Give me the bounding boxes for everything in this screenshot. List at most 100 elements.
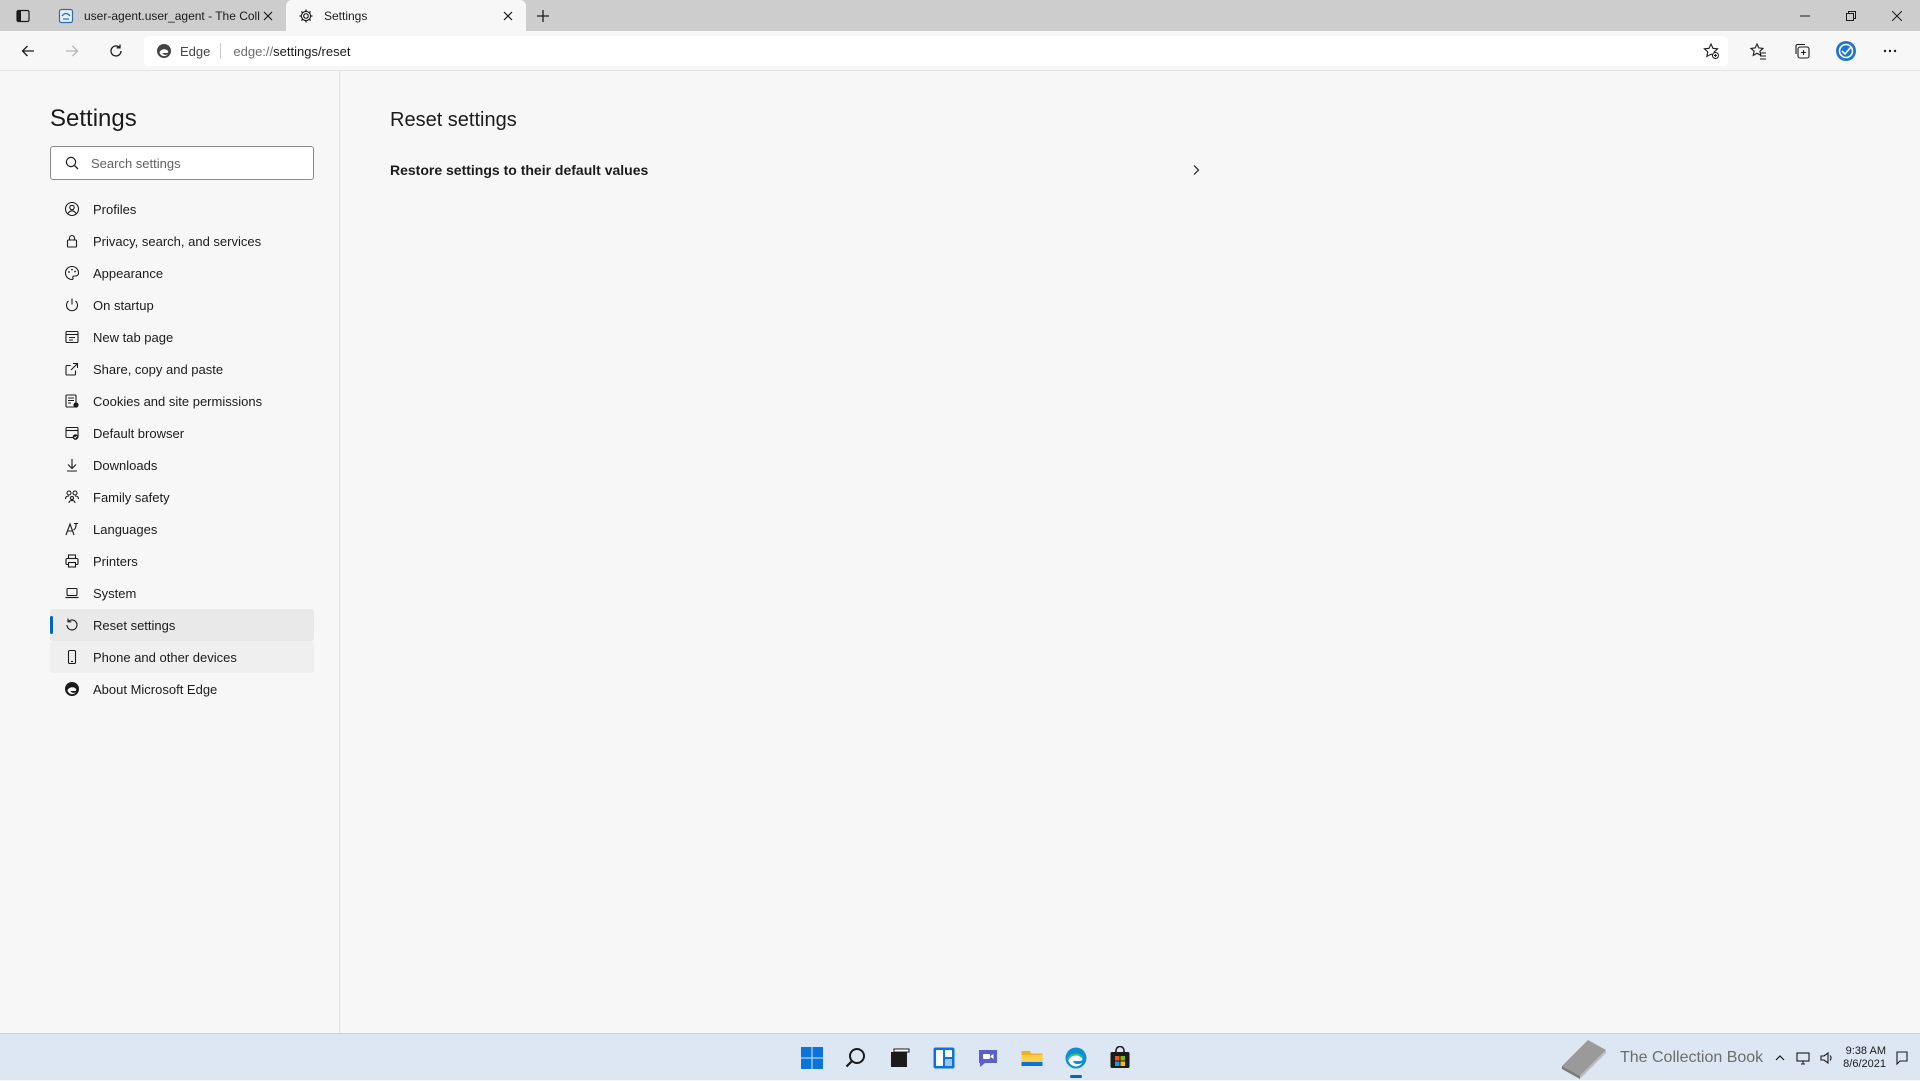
- palette-icon: [63, 264, 81, 282]
- windows-taskbar: The Collection Book 9:38 AM 8/6/2021: [0, 1033, 1920, 1080]
- gear-icon: [298, 8, 314, 24]
- avatar: [1835, 40, 1857, 62]
- close-tab-icon[interactable]: [500, 8, 516, 24]
- restore-button[interactable]: [1828, 0, 1874, 31]
- url-path: settings/reset: [273, 43, 351, 59]
- file-explorer-button[interactable]: [1010, 1034, 1054, 1081]
- sidebar-item-about-edge[interactable]: About Microsoft Edge: [50, 673, 314, 705]
- favorites-button[interactable]: [1736, 31, 1780, 71]
- taskbar-search-button[interactable]: [834, 1034, 878, 1081]
- tab-user-agent[interactable]: user-agent.user_agent - The Coll: [46, 0, 286, 31]
- power-icon: [63, 296, 81, 314]
- sidebar-title: Settings: [50, 105, 137, 132]
- settings-sidebar: Settings Profiles Privacy, search, and s…: [0, 71, 340, 1033]
- sidebar-item-label: Privacy, search, and services: [93, 233, 262, 249]
- sidebar-item-label: Cookies and site permissions: [93, 393, 263, 409]
- sidebar-item-label: Family safety: [93, 489, 170, 505]
- chat-icon: [976, 1046, 1000, 1070]
- restore-defaults-label: Restore settings to their default values: [390, 162, 649, 178]
- sidebar-item-label: Appearance: [93, 265, 164, 281]
- sidebar-item-label: New tab page: [93, 329, 174, 345]
- share-icon: [63, 360, 81, 378]
- edge-logo-icon: [156, 43, 180, 59]
- window-controls: [1782, 0, 1920, 31]
- download-icon: [63, 456, 81, 474]
- forward-button[interactable]: [50, 31, 94, 71]
- sidebar-item-label: On startup: [93, 297, 154, 313]
- back-button[interactable]: [6, 31, 50, 71]
- chevron-right-icon: [1190, 164, 1202, 176]
- sidebar-item-reset-settings[interactable]: Reset settings: [50, 609, 314, 641]
- sidebar-item-label: About Microsoft Edge: [93, 681, 218, 697]
- default-browser-icon: [63, 424, 81, 442]
- collections-button[interactable]: [1780, 31, 1824, 71]
- sidebar-item-on-startup[interactable]: On startup: [50, 289, 314, 321]
- close-window-button[interactable]: [1874, 0, 1920, 31]
- restore-defaults-row[interactable]: Restore settings to their default values: [390, 153, 1202, 187]
- sidebar-item-printers[interactable]: Printers: [50, 545, 314, 577]
- sidebar-item-label: Profiles: [93, 201, 137, 217]
- clock-time: 9:38 AM: [1845, 1044, 1886, 1057]
- favorites-icon: [1749, 42, 1767, 60]
- widgets-icon: [932, 1046, 956, 1070]
- sidebar-item-family-safety[interactable]: Family safety: [50, 481, 314, 513]
- chat-button[interactable]: [966, 1034, 1010, 1081]
- network-icon[interactable]: [1795, 1050, 1811, 1066]
- close-tab-icon[interactable]: [260, 8, 276, 24]
- show-hidden-icons[interactable]: [1773, 1051, 1787, 1065]
- watermark-text: The Collection Book: [1619, 1048, 1764, 1066]
- search-input[interactable]: [91, 155, 291, 171]
- profile-button[interactable]: [1824, 31, 1868, 71]
- tab-actions-button[interactable]: [0, 0, 46, 31]
- notifications-icon[interactable]: [1894, 1050, 1910, 1066]
- add-favorite-icon[interactable]: [1702, 42, 1720, 60]
- sidebar-item-privacy[interactable]: Privacy, search, and services: [50, 225, 314, 257]
- clock-date: 8/6/2021: [1843, 1057, 1886, 1070]
- sidebar-item-label: System: [93, 585, 137, 601]
- sidebar-item-cookies[interactable]: Cookies and site permissions: [50, 385, 314, 417]
- new-tab-icon: [63, 328, 81, 346]
- close-icon: [1892, 10, 1902, 21]
- task-view-button[interactable]: [878, 1034, 922, 1081]
- store-icon: [1108, 1045, 1132, 1070]
- family-icon: [63, 488, 81, 506]
- back-arrow-icon: [20, 43, 36, 59]
- edge-icon: [1064, 1046, 1088, 1070]
- laptop-icon: [63, 584, 81, 602]
- book-icon: [1558, 1036, 1620, 1080]
- tab-actions-icon: [15, 8, 31, 24]
- sidebar-item-default-browser[interactable]: Default browser: [50, 417, 314, 449]
- sidebar-item-new-tab-page[interactable]: New tab page: [50, 321, 314, 353]
- search-icon: [844, 1046, 868, 1070]
- refresh-button[interactable]: [94, 31, 138, 71]
- system-tray: The Collection Book 9:38 AM 8/6/2021: [1558, 1034, 1910, 1081]
- sidebar-item-share-copy-paste[interactable]: Share, copy and paste: [50, 353, 314, 385]
- more-options-button[interactable]: [1868, 31, 1912, 71]
- sidebar-item-profiles[interactable]: Profiles: [50, 193, 314, 225]
- watermark: The Collection Book: [1558, 1036, 1763, 1080]
- cookies-icon: [63, 392, 81, 410]
- profile-icon: [63, 200, 81, 218]
- tab-settings[interactable]: Settings: [286, 0, 526, 31]
- clock[interactable]: 9:38 AM 8/6/2021: [1843, 1045, 1886, 1071]
- minimize-button[interactable]: [1782, 0, 1828, 31]
- sidebar-item-system[interactable]: System: [50, 577, 314, 609]
- sidebar-item-languages[interactable]: Languages: [50, 513, 314, 545]
- sidebar-item-appearance[interactable]: Appearance: [50, 257, 314, 289]
- new-tab-button[interactable]: [526, 0, 560, 31]
- sidebar-item-downloads[interactable]: Downloads: [50, 449, 314, 481]
- sidebar-item-phone-devices[interactable]: Phone and other devices: [50, 641, 314, 673]
- collections-icon: [1793, 42, 1811, 60]
- edge-taskbar-button[interactable]: [1054, 1034, 1098, 1081]
- site-identity[interactable]: Edge: [144, 43, 220, 59]
- address-bar[interactable]: Edge edge:// settings/reset: [144, 36, 1728, 66]
- start-button[interactable]: [790, 1034, 834, 1081]
- file-explorer-icon: [1020, 1046, 1044, 1070]
- store-button[interactable]: [1098, 1034, 1142, 1081]
- volume-icon[interactable]: [1819, 1050, 1835, 1066]
- search-settings-field[interactable]: [50, 146, 314, 180]
- page-favicon-icon: [58, 8, 74, 24]
- sidebar-item-label: Downloads: [93, 457, 158, 473]
- restore-icon: [1846, 10, 1856, 21]
- widgets-button[interactable]: [922, 1034, 966, 1081]
